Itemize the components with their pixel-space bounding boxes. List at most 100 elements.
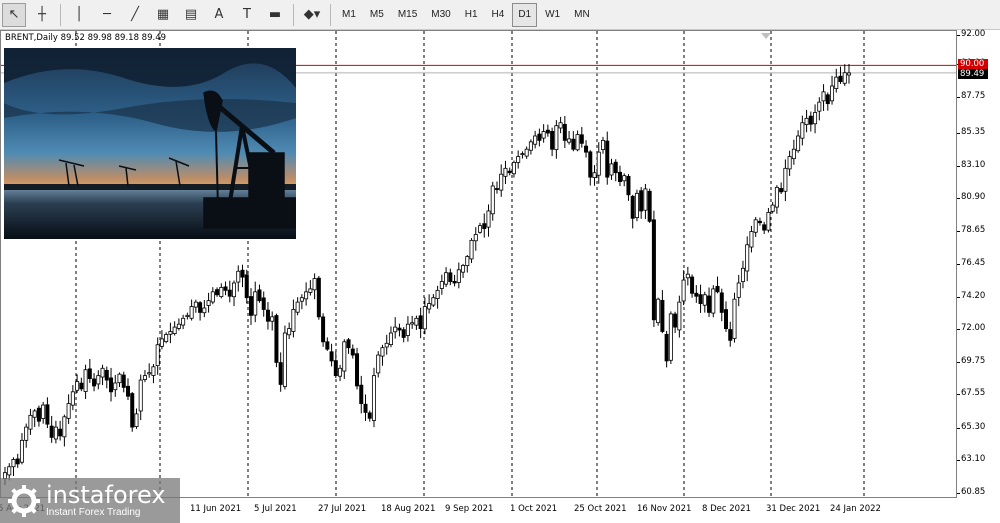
candle (452, 274, 457, 287)
candle (62, 414, 67, 447)
candle (724, 301, 729, 332)
candle (342, 339, 347, 379)
candle (397, 323, 402, 337)
candle (528, 139, 533, 155)
fibonacci-fan-tool-button[interactable]: ▦ (151, 3, 175, 27)
candle (66, 394, 71, 424)
vertical-line-tool-button[interactable]: │ (67, 3, 91, 27)
shapes-dropdown-tool-button[interactable]: ◆▾ (300, 3, 324, 27)
candle (736, 274, 741, 307)
fibonacci-retracement-icon: ▤ (184, 7, 198, 22)
candle (359, 375, 364, 414)
text-label-icon: T (243, 7, 251, 22)
timeframe-h4-button[interactable]: H4 (486, 3, 511, 27)
candle (533, 130, 538, 149)
candle (350, 344, 355, 359)
candle (478, 222, 483, 234)
candle (435, 285, 440, 309)
price-tick (957, 394, 960, 396)
candle (253, 281, 258, 323)
timeframe-m30-button[interactable]: M30 (425, 3, 456, 27)
candle (656, 297, 661, 326)
text-tool-button[interactable]: A (207, 3, 231, 27)
candle (206, 292, 211, 313)
candle (707, 287, 712, 317)
candle (172, 321, 177, 336)
candle (740, 260, 745, 289)
candle (558, 116, 563, 134)
candle (545, 124, 550, 137)
candle (465, 255, 470, 273)
candle (32, 409, 37, 427)
candle (779, 182, 784, 195)
candle (376, 351, 381, 378)
text-label-tool-button[interactable]: T (235, 3, 259, 27)
trendline-tool-button[interactable]: ╱ (123, 3, 147, 27)
candle (380, 344, 385, 366)
timeframe-d1-button[interactable]: D1 (512, 2, 538, 27)
candle (817, 97, 822, 121)
candle (494, 181, 499, 194)
timeframe-mn-button[interactable]: MN (568, 3, 596, 27)
candle (193, 299, 198, 313)
candle (571, 131, 576, 152)
candle (762, 221, 767, 234)
candle (584, 140, 589, 158)
candle (312, 273, 317, 300)
candle (104, 366, 109, 389)
rectangle-tool-button[interactable]: ▬ (263, 3, 287, 27)
candle (800, 115, 805, 146)
candle (329, 343, 334, 367)
timeframe-h1-button[interactable]: H1 (459, 3, 484, 27)
candle (414, 315, 419, 330)
crosshair-tool-button[interactable]: ┼ (30, 3, 54, 27)
candle (227, 280, 232, 303)
candle (393, 317, 398, 339)
cursor-tool-button[interactable]: ↖ (2, 2, 26, 27)
candle (240, 264, 245, 288)
candle (210, 287, 215, 305)
timeframe-buttons: M1 M5 M15 M30 H1 H4 D1 W1 MN (335, 2, 597, 27)
candle (338, 364, 343, 382)
candle (287, 322, 292, 340)
horizontal-line-tool-button[interactable]: ─ (95, 3, 119, 27)
chart-area[interactable]: BRENT,Daily 89.52 89.98 89.18 89.49 (0, 30, 957, 498)
timeframe-m15-button[interactable]: M15 (392, 3, 423, 27)
candle (257, 284, 262, 303)
timeframe-m1-button[interactable]: M1 (336, 3, 362, 27)
candle (647, 188, 652, 223)
logo-brand: instaforex (46, 481, 166, 509)
candle (694, 285, 699, 303)
candle (511, 160, 516, 178)
candle (121, 371, 126, 393)
fibonacci-retracement-tool-button[interactable]: ▤ (179, 3, 203, 27)
candle (732, 292, 737, 343)
candle (461, 263, 466, 278)
candle (838, 66, 843, 84)
candle (244, 269, 249, 304)
candle (745, 236, 750, 282)
candle (363, 394, 368, 421)
timeframe-m5-button[interactable]: M5 (364, 3, 390, 27)
candle (151, 363, 156, 384)
price-tick (957, 459, 960, 461)
candle (567, 131, 572, 145)
candle (796, 130, 801, 153)
cursor-icon: ↖ (8, 7, 20, 22)
candle (418, 307, 423, 339)
candle (270, 311, 275, 331)
candle (562, 116, 567, 148)
candle (185, 312, 190, 320)
candle (295, 297, 300, 316)
candle (92, 373, 97, 392)
candle (617, 165, 622, 187)
candle (11, 457, 16, 476)
candle (601, 136, 606, 154)
candle (643, 183, 648, 220)
text-icon: A (214, 7, 224, 22)
fibonacci-fan-icon: ▦ (156, 7, 170, 22)
chart-shift-marker-icon[interactable] (761, 33, 771, 39)
candle (19, 433, 24, 465)
candle (575, 130, 580, 152)
timeframe-w1-button[interactable]: W1 (539, 3, 566, 27)
